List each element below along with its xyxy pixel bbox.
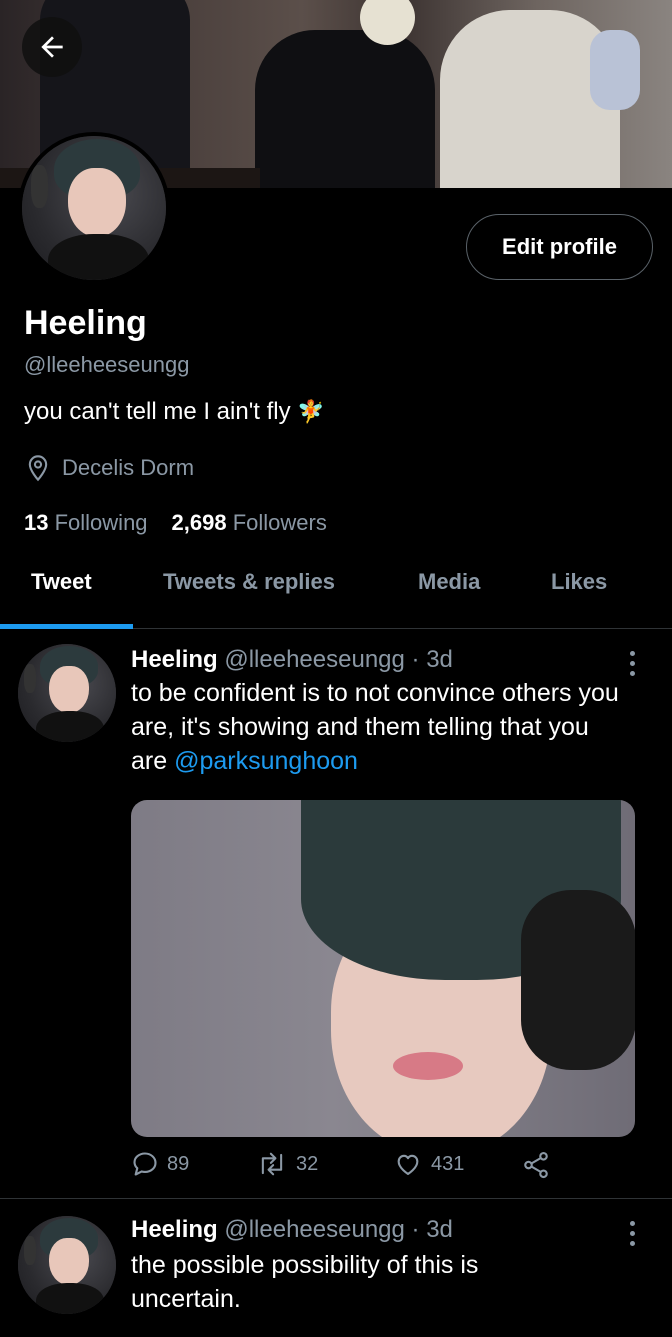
profile-location: Decelis Dorm [24,454,194,482]
like-count: 431 [431,1152,465,1175]
bio-text: you can't tell me I ain't fly [24,398,291,425]
retweet-button[interactable]: 32 [256,1150,318,1178]
following-link[interactable]: 13 Following [24,510,148,536]
microphone-shape [30,164,48,208]
tab-media[interactable]: Media [418,569,480,595]
profile-display-name: Heeling [24,304,147,342]
back-button[interactable] [22,17,82,77]
active-tab-indicator [0,624,133,629]
retweet-icon [261,1152,283,1176]
headphones-shape [521,890,635,1070]
tweet-header: Heeling @lleeheeseungg · 3d [131,646,453,674]
tab-likes[interactable]: Likes [551,569,607,595]
banner-figure [255,30,435,188]
like-button[interactable]: 431 [393,1150,464,1178]
reply-count: 89 [167,1152,190,1175]
more-options-icon[interactable] [620,1216,644,1250]
tweet-text: to be confident is to not convince other… [131,676,621,778]
arrow-left-icon [41,36,63,58]
tweet-header: Heeling @lleeheeseungg · 3d [131,1216,453,1244]
fairy-emoji-icon: 🧚 [297,399,325,424]
banner-figure [590,30,640,110]
reply-button[interactable]: 89 [131,1150,189,1178]
heart-icon [397,1154,419,1175]
follow-stats: 13 Following 2,698 Followers [24,510,327,536]
tab-tweet[interactable]: Tweet [31,569,92,595]
mention-link[interactable]: @parksunghoon [174,747,358,775]
followers-link[interactable]: 2,698 Followers [172,510,327,536]
profile-bio: you can't tell me I ain't fly 🧚 [24,398,325,426]
tweet-avatar[interactable] [18,644,116,742]
reply-icon [133,1152,157,1176]
tweet-author-handle: @lleeheeseungg [224,646,405,673]
tweet-actions: 89 32 431 [131,1150,561,1186]
location-text: Decelis Dorm [62,455,195,480]
tweet-author-name[interactable]: Heeling [131,1216,218,1243]
tab-tweets-replies[interactable]: Tweets & replies [163,569,335,595]
tweet-avatar[interactable] [18,1216,116,1314]
share-button[interactable] [521,1150,551,1180]
tweet-author-handle: @lleeheeseungg [224,1216,405,1243]
profile-avatar[interactable] [18,132,170,284]
tweet[interactable]: Heeling @lleeheeseungg · 3d the possible… [0,1200,672,1337]
tweet-text: the possible possibility of this is unce… [131,1251,479,1313]
tweet-author-name[interactable]: Heeling [131,646,218,673]
profile-handle: @lleeheeseungg [24,352,190,377]
retweet-count: 32 [296,1152,319,1175]
edit-profile-button[interactable]: Edit profile [466,214,653,280]
tweet-image[interactable] [131,800,635,1137]
tweet-time: · 3d [411,646,453,673]
share-icon [524,1151,548,1179]
profile-tabs: Tweet Tweets & replies Media Likes [0,555,672,629]
location-pin-icon [28,455,48,482]
more-options-icon[interactable] [620,646,644,680]
tweet-time: · 3d [411,1216,453,1243]
